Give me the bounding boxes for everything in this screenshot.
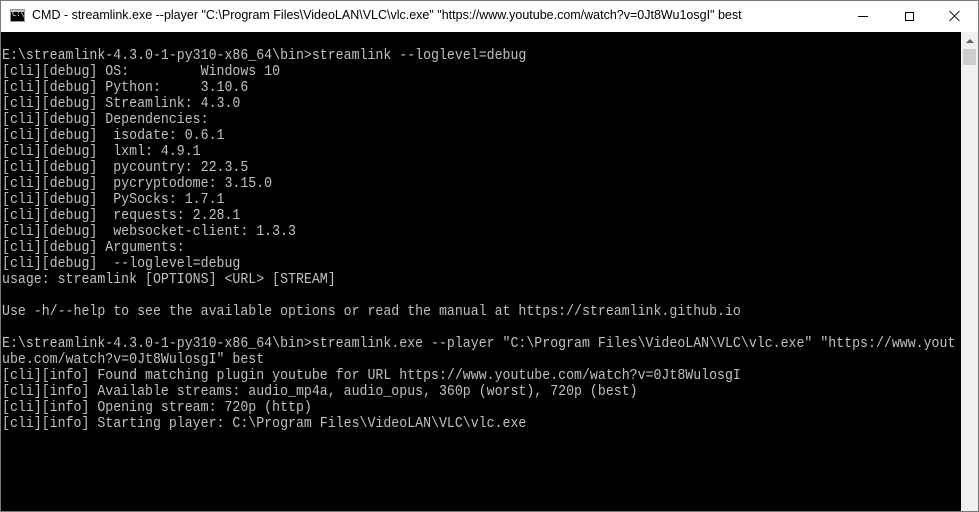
console-line: [cli][debug] Arguments:	[2, 240, 185, 256]
close-button[interactable]	[932, 1, 978, 31]
console-line: E:\streamlink-4.3.0-1-py310-x86_64\bin>s…	[2, 48, 527, 64]
console-line: [cli][debug] pycountry: 22.3.5	[2, 160, 249, 176]
console-line: [cli][debug] OS: Windows 10	[2, 64, 281, 80]
console-line: E:\streamlink-4.3.0-1-py310-x86_64\bin>s…	[2, 336, 956, 352]
close-icon	[949, 10, 961, 22]
console-line: Use -h/--help to see the available optio…	[2, 304, 741, 320]
cmd-window: C:\ CMD - streamlink.exe --player "C:\Pr…	[0, 0, 979, 512]
console-line: [cli][debug] isodate: 0.6.1	[2, 128, 225, 144]
console-line: [cli][info] Starting player: C:\Program …	[2, 416, 527, 432]
console-lines: E:\streamlink-4.3.0-1-py310-x86_64\bin>s…	[2, 48, 961, 432]
scroll-up-button[interactable]	[961, 32, 978, 49]
console-line: [cli][debug] websocket-client: 1.3.3	[2, 224, 296, 240]
minimize-button[interactable]	[840, 1, 886, 31]
console-line: [cli][debug] Streamlink: 4.3.0	[2, 96, 241, 112]
cmd-icon[interactable]: C:\	[10, 9, 25, 22]
minimize-icon	[858, 15, 868, 17]
console-line: [cli][debug] pycryptodome: 3.15.0	[2, 176, 273, 192]
window-title: CMD - streamlink.exe --player "C:\Progra…	[32, 8, 742, 22]
console-line: [cli][debug] --loglevel=debug	[2, 256, 241, 272]
console-line: ube.com/watch?v=0Jt8WulosgI" best	[2, 352, 265, 368]
console-line: [cli][debug] Python: 3.10.6	[2, 80, 249, 96]
title-bar[interactable]: C:\ CMD - streamlink.exe --player "C:\Pr…	[1, 1, 978, 32]
maximize-icon	[904, 11, 914, 21]
console-line: [cli][debug] requests: 2.28.1	[2, 208, 241, 224]
console-line: usage: streamlink [OPTIONS] <URL> [STREA…	[2, 272, 336, 288]
scroll-thumb[interactable]	[963, 49, 976, 65]
console-line: [cli][debug] Dependencies:	[2, 112, 209, 128]
vertical-scrollbar[interactable]	[961, 32, 978, 511]
console-line: [cli][info] Opening stream: 720p (http)	[2, 400, 312, 416]
console-line: [cli][debug] PySocks: 1.7.1	[2, 192, 225, 208]
maximize-button[interactable]	[886, 1, 932, 31]
console-output[interactable]: E:\streamlink-4.3.0-1-py310-x86_64\bin>s…	[1, 32, 961, 511]
console-line: [cli][info] Found matching plugin youtub…	[2, 368, 741, 384]
console-line: [cli][debug] lxml: 4.9.1	[2, 144, 201, 160]
chevron-up-icon	[965, 38, 974, 43]
console-line: [cli][info] Available streams: audio_mp4…	[2, 384, 638, 400]
